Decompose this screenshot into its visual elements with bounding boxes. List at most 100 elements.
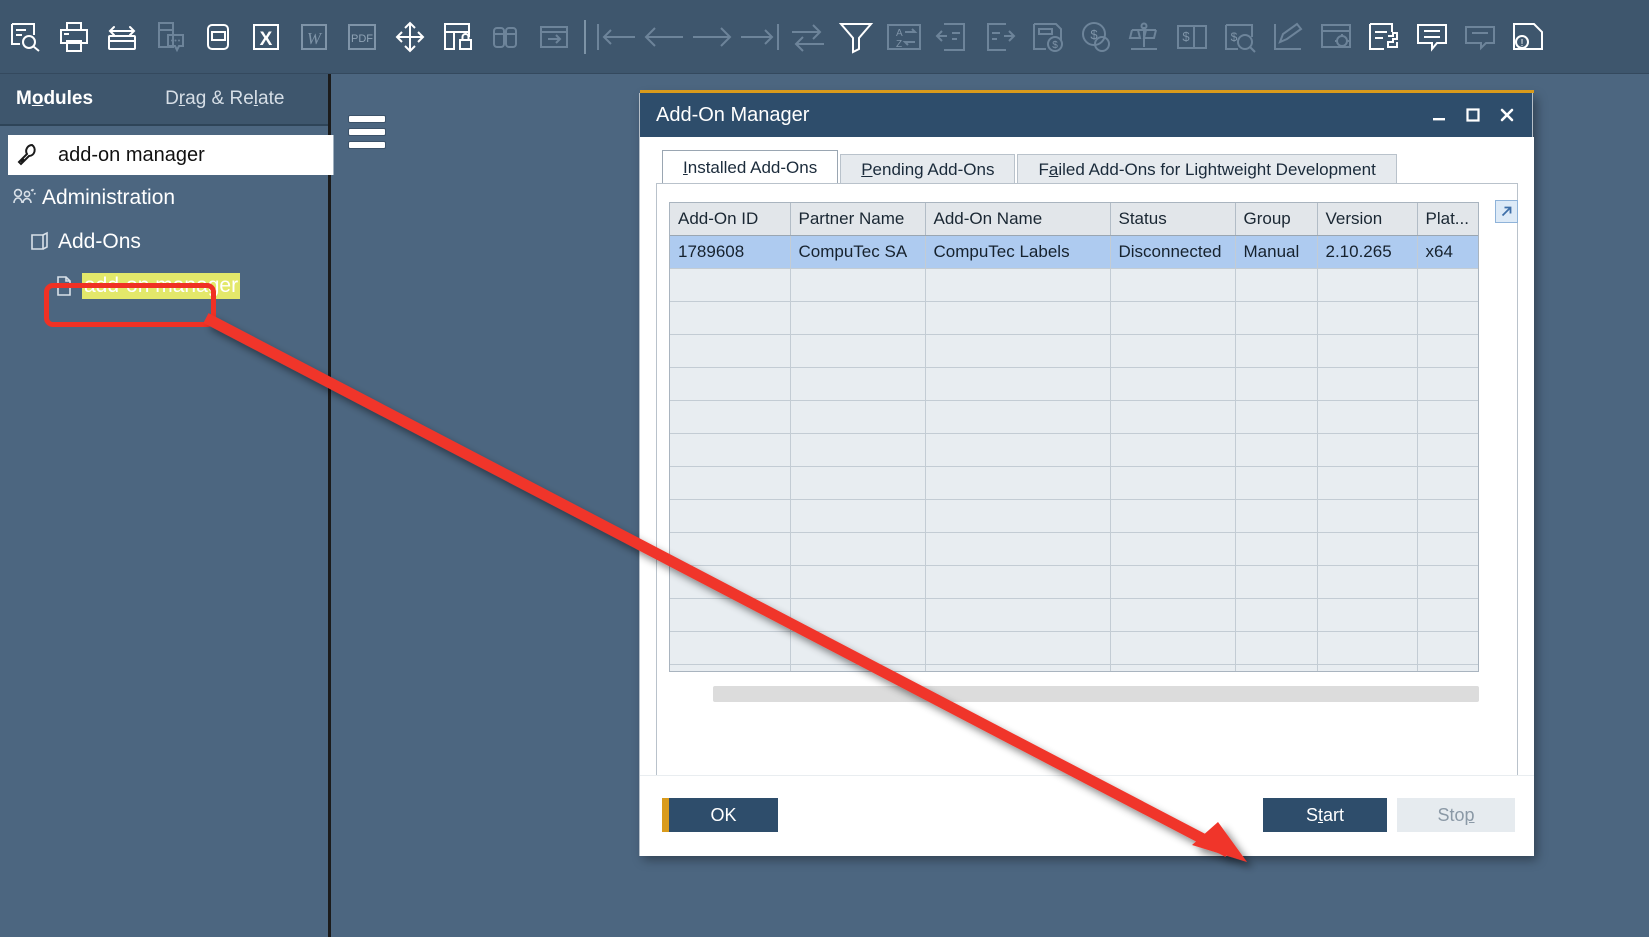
table-cell-empty <box>670 598 790 631</box>
table-cell-empty <box>1110 268 1235 301</box>
table-cell-empty <box>670 268 790 301</box>
find-icon <box>482 9 530 65</box>
next-record-icon <box>688 9 736 65</box>
print-preview-icon[interactable] <box>98 9 146 65</box>
table-cell-empty <box>1317 532 1417 565</box>
table-cell-empty <box>1417 400 1479 433</box>
table-row-empty[interactable] <box>670 565 1479 598</box>
table-cell-empty <box>790 400 925 433</box>
user-defined-fields-icon[interactable] <box>1360 9 1408 65</box>
table-cell-empty <box>1235 499 1317 532</box>
dialog-titlebar[interactable]: Add-On Manager <box>640 93 1532 137</box>
dialog-title: Add-On Manager <box>656 104 1422 127</box>
table-cell-empty <box>925 301 1110 334</box>
table-row-empty[interactable] <box>670 400 1479 433</box>
email-document-icon <box>146 9 194 65</box>
table-row-empty[interactable] <box>670 268 1479 301</box>
table-cell-empty <box>1235 565 1317 598</box>
svg-text:$: $ <box>1090 27 1098 42</box>
export-to-window-icon[interactable] <box>194 9 242 65</box>
column-header-version[interactable]: Version <box>1317 203 1417 235</box>
column-header-partner-name[interactable]: Partner Name <box>790 203 925 235</box>
lock-screen-icon[interactable] <box>434 9 482 65</box>
close-button[interactable] <box>1490 98 1524 132</box>
table-row-empty[interactable] <box>670 301 1479 334</box>
table-cell-empty <box>1235 466 1317 499</box>
tab-installed-add-ons[interactable]: Installed Add-Ons <box>662 150 838 184</box>
table-row-empty[interactable] <box>670 433 1479 466</box>
table-row[interactable]: 1789608CompuTec SACompuTec LabelsDisconn… <box>670 235 1479 268</box>
column-header-add-on-name[interactable]: Add-On Name <box>925 203 1110 235</box>
expand-grid-icon[interactable] <box>1495 200 1518 223</box>
administration-icon <box>6 185 42 211</box>
tab-pending-add-ons-label: ending Add-Ons <box>873 160 995 180</box>
table-cell: CompuTec Labels <box>925 235 1110 268</box>
search-input[interactable] <box>48 135 333 175</box>
svg-text:A: A <box>896 28 903 39</box>
filter-icon[interactable] <box>832 9 880 65</box>
add-ons-grid[interactable]: Add-On ID Partner Name Add-On Name Statu… <box>669 202 1479 672</box>
table-cell-empty <box>1417 466 1479 499</box>
table-row-empty[interactable] <box>670 598 1479 631</box>
table-row-empty[interactable] <box>670 664 1479 672</box>
export-to-excel-icon[interactable]: X <box>242 9 290 65</box>
table-cell-empty <box>790 532 925 565</box>
table-cell-empty <box>925 334 1110 367</box>
sidebar-tab-drag-and-relate[interactable]: Drag & Relate <box>149 74 300 124</box>
print-icon[interactable] <box>50 9 98 65</box>
table-row-empty[interactable] <box>670 499 1479 532</box>
table-cell-empty <box>670 631 790 664</box>
document-search-icon[interactable] <box>2 9 50 65</box>
table-header-row: Add-On ID Partner Name Add-On Name Statu… <box>670 203 1479 235</box>
sidebar-tab-modules[interactable]: Modules <box>0 74 109 124</box>
table-cell-empty <box>925 433 1110 466</box>
sidebar-item-administration[interactable]: Administration <box>0 176 328 220</box>
table-cell-empty <box>1235 301 1317 334</box>
table-cell-empty <box>1235 631 1317 664</box>
table-cell-empty <box>925 499 1110 532</box>
wrench-icon[interactable] <box>8 135 48 175</box>
sidebar-item-add-ons-label: Add-Ons <box>58 230 141 254</box>
table-cell-empty <box>925 631 1110 664</box>
svg-text:W: W <box>307 29 323 48</box>
grid-horizontal-scrollbar[interactable] <box>713 686 1479 702</box>
table-cell-empty <box>1110 631 1235 664</box>
column-header-group[interactable]: Group <box>1235 203 1317 235</box>
price-report-icon: $ <box>1072 9 1120 65</box>
sidebar-item-add-on-manager[interactable]: add-on manager <box>0 264 328 308</box>
svg-text:$: $ <box>1231 30 1238 44</box>
column-header-add-on-id[interactable]: Add-On ID <box>670 203 790 235</box>
export-to-word-icon: W <box>290 9 338 65</box>
table-row-empty[interactable] <box>670 466 1479 499</box>
hamburger-menu-icon[interactable] <box>349 116 385 148</box>
table-cell-empty <box>1317 367 1417 400</box>
tab-failed-add-ons[interactable]: Failed Add-Ons for Lightweight Developme… <box>1017 154 1396 184</box>
table-cell-empty <box>1417 367 1479 400</box>
column-header-platform[interactable]: Plat... <box>1417 203 1479 235</box>
svg-text:Z: Z <box>896 39 902 50</box>
maximize-button[interactable] <box>1456 98 1490 132</box>
alerts-icon[interactable]: ! <box>1504 9 1552 65</box>
table-row-empty[interactable] <box>670 367 1479 400</box>
table-cell-empty <box>1110 598 1235 631</box>
table-cell-empty <box>1417 268 1479 301</box>
sidebar-tab-modules-label-rest: dules <box>43 88 93 110</box>
table-cell-empty <box>1317 598 1417 631</box>
column-header-status[interactable]: Status <box>1110 203 1235 235</box>
messages-icon[interactable] <box>1408 9 1456 65</box>
sidebar-item-add-ons[interactable]: Add-Ons <box>0 220 328 264</box>
table-row-empty[interactable] <box>670 532 1479 565</box>
gross-profit-icon: $ <box>1024 9 1072 65</box>
dialog-accent-bar <box>640 90 1534 93</box>
volume-weight-icon <box>1120 9 1168 65</box>
table-row-empty[interactable] <box>670 631 1479 664</box>
table-row-empty[interactable] <box>670 334 1479 367</box>
payment-means-icon: $ <box>1168 9 1216 65</box>
start-button[interactable]: Start <box>1263 798 1387 832</box>
launch-application-icon[interactable] <box>386 9 434 65</box>
tab-pending-add-ons[interactable]: Pending Add-Ons <box>840 154 1015 184</box>
table-cell: 1789608 <box>670 235 790 268</box>
minimize-button[interactable] <box>1422 98 1456 132</box>
ok-button[interactable]: OK <box>662 798 778 832</box>
table-cell-empty <box>790 631 925 664</box>
